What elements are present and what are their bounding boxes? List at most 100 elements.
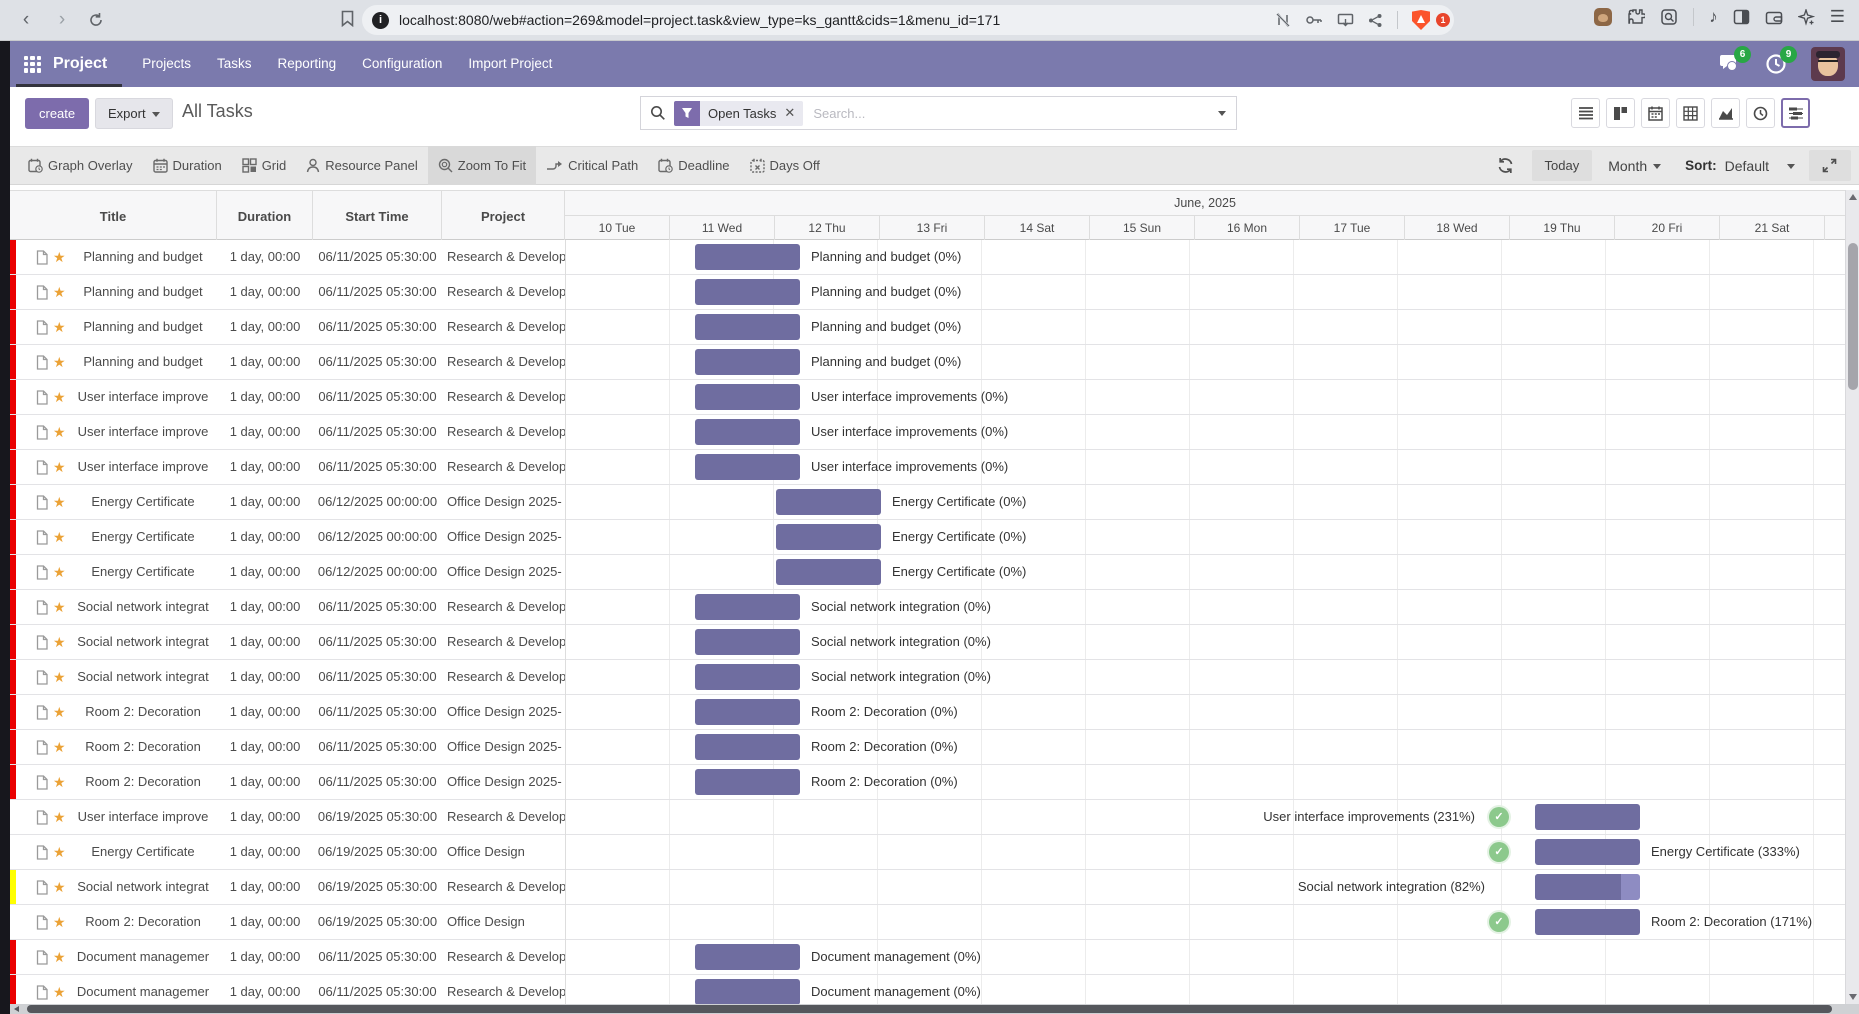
task-row[interactable]: ★Room 2: Decoration1 day, 00:0006/11/202…	[10, 765, 1845, 800]
gantt-bar[interactable]	[695, 419, 800, 445]
app-title[interactable]: Project	[53, 55, 107, 73]
star-icon[interactable]: ★	[53, 878, 66, 896]
star-icon[interactable]: ★	[53, 318, 66, 336]
facet-remove-icon[interactable]: ✕	[784, 105, 795, 121]
wallet-icon[interactable]	[1765, 10, 1783, 25]
messages-icon[interactable]: 6	[1719, 53, 1741, 75]
navbar-menu-import-project[interactable]: Import Project	[455, 41, 565, 87]
task-row[interactable]: ★Energy Certificate1 day, 00:0006/12/202…	[10, 520, 1845, 555]
days-off-button[interactable]: Days Off	[740, 146, 830, 185]
gantt-bar[interactable]	[695, 279, 800, 305]
browser-menu-icon[interactable]: ☰	[1830, 8, 1845, 26]
gantt-bar[interactable]	[776, 559, 881, 585]
task-row[interactable]: ★Planning and budget1 day, 00:0006/11/20…	[10, 345, 1845, 380]
horizontal-scrollbar-thumb[interactable]	[27, 1005, 1832, 1013]
browser-forward-button[interactable]: ›	[52, 7, 72, 33]
task-row[interactable]: ★Document managemer1 day, 00:0006/11/202…	[10, 975, 1845, 1004]
horizontal-scrollbar[interactable]	[10, 1004, 1859, 1014]
gantt-bar[interactable]	[695, 734, 800, 760]
scroll-down-arrow[interactable]	[1849, 994, 1857, 1000]
gantt-bar[interactable]	[695, 314, 800, 340]
fullscreen-button[interactable]	[1809, 150, 1851, 181]
browser-back-button[interactable]: ‹	[16, 7, 36, 33]
star-icon[interactable]: ★	[53, 703, 66, 721]
gantt-bar[interactable]	[695, 944, 800, 970]
star-icon[interactable]: ★	[53, 983, 66, 1001]
sidebar-toggle-icon[interactable]	[1733, 9, 1750, 25]
view-gantt-button[interactable]	[1781, 98, 1810, 128]
deadline-button[interactable]: Deadline	[648, 146, 739, 185]
column-header-title[interactable]: Title	[10, 191, 217, 241]
gantt-bar[interactable]	[695, 384, 800, 410]
task-row[interactable]: ★User interface improve1 day, 00:0006/11…	[10, 380, 1845, 415]
gantt-bar[interactable]	[695, 454, 800, 480]
task-row[interactable]: ★Room 2: Decoration1 day, 00:0006/19/202…	[10, 905, 1845, 940]
gantt-bar[interactable]	[1535, 804, 1640, 830]
scroll-up-arrow[interactable]	[1849, 194, 1857, 200]
column-header-project[interactable]: Project	[442, 191, 565, 241]
resource-panel-button[interactable]: Resource Panel	[296, 146, 428, 185]
star-icon[interactable]: ★	[53, 563, 66, 581]
vertical-scrollbar[interactable]	[1845, 190, 1859, 1004]
star-icon[interactable]: ★	[53, 668, 66, 686]
view-graph-button[interactable]	[1711, 98, 1740, 128]
task-row[interactable]: ★Social network integrat1 day, 00:0006/1…	[10, 590, 1845, 625]
vpn-icon[interactable]	[1275, 12, 1291, 28]
task-row[interactable]: ★User interface improve1 day, 00:0006/11…	[10, 415, 1845, 450]
star-icon[interactable]: ★	[53, 843, 66, 861]
gantt-bar[interactable]	[1535, 874, 1640, 900]
task-row[interactable]: ★Energy Certificate1 day, 00:0006/12/202…	[10, 485, 1845, 520]
gantt-bar[interactable]	[695, 594, 800, 620]
star-icon[interactable]: ★	[53, 248, 66, 266]
star-icon[interactable]: ★	[53, 493, 66, 511]
view-activity-button[interactable]	[1746, 98, 1775, 128]
gantt-bar[interactable]	[776, 524, 881, 550]
star-icon[interactable]: ★	[53, 353, 66, 371]
apps-menu-icon[interactable]	[24, 56, 41, 73]
navbar-menu-projects[interactable]: Projects	[129, 41, 204, 87]
site-info-icon[interactable]: i	[372, 12, 389, 29]
tampermonkey-icon[interactable]	[1594, 8, 1612, 26]
star-icon[interactable]: ★	[53, 458, 66, 476]
export-button[interactable]: Export	[95, 98, 173, 129]
gantt-bar[interactable]	[695, 629, 800, 655]
navbar-menu-reporting[interactable]: Reporting	[265, 41, 350, 87]
star-icon[interactable]: ★	[53, 948, 66, 966]
task-row[interactable]: ★Room 2: Decoration1 day, 00:0006/11/202…	[10, 695, 1845, 730]
column-header-duration[interactable]: Duration	[217, 191, 313, 241]
browser-reload-button[interactable]	[88, 7, 108, 33]
task-row[interactable]: ★Social network integrat1 day, 00:0006/1…	[10, 625, 1845, 660]
create-button[interactable]: create	[25, 98, 89, 129]
task-row[interactable]: ★Room 2: Decoration1 day, 00:0006/11/202…	[10, 730, 1845, 765]
task-row[interactable]: ★Social network integrat1 day, 00:0006/1…	[10, 870, 1845, 905]
media-icon[interactable]: ♪	[1709, 8, 1718, 26]
password-key-icon[interactable]	[1305, 13, 1323, 27]
bookmark-icon[interactable]	[341, 10, 354, 27]
task-row[interactable]: ★User interface improve1 day, 00:0006/19…	[10, 800, 1845, 835]
task-row[interactable]: ★Planning and budget1 day, 00:0006/11/20…	[10, 310, 1845, 345]
view-kanban-button[interactable]	[1606, 98, 1635, 128]
column-header-start-time[interactable]: Start Time	[313, 191, 442, 241]
gantt-bar[interactable]	[695, 244, 800, 270]
star-icon[interactable]: ★	[53, 388, 66, 406]
star-icon[interactable]: ★	[53, 738, 66, 756]
search-input[interactable]	[803, 106, 1212, 121]
star-icon[interactable]: ★	[53, 283, 66, 301]
refresh-icon[interactable]	[1497, 157, 1514, 174]
url-text[interactable]: localhost:8080/web#action=269&model=proj…	[399, 12, 1265, 28]
gantt-bar[interactable]	[1535, 839, 1640, 865]
brave-shield-icon[interactable]	[1412, 10, 1430, 30]
task-row[interactable]: ★Social network integrat1 day, 00:0006/1…	[10, 660, 1845, 695]
leo-ai-icon[interactable]	[1798, 9, 1815, 26]
filter-facet[interactable]: Open Tasks ✕	[674, 101, 803, 126]
star-icon[interactable]: ★	[53, 773, 66, 791]
star-icon[interactable]: ★	[53, 598, 66, 616]
gantt-bar[interactable]	[695, 349, 800, 375]
star-icon[interactable]: ★	[53, 633, 66, 651]
task-row[interactable]: ★Planning and budget1 day, 00:0006/11/20…	[10, 240, 1845, 275]
star-icon[interactable]: ★	[53, 808, 66, 826]
star-icon[interactable]: ★	[53, 528, 66, 546]
user-avatar[interactable]	[1811, 47, 1845, 81]
search-bar[interactable]: Open Tasks ✕	[640, 96, 1237, 130]
gantt-bar[interactable]	[776, 489, 881, 515]
